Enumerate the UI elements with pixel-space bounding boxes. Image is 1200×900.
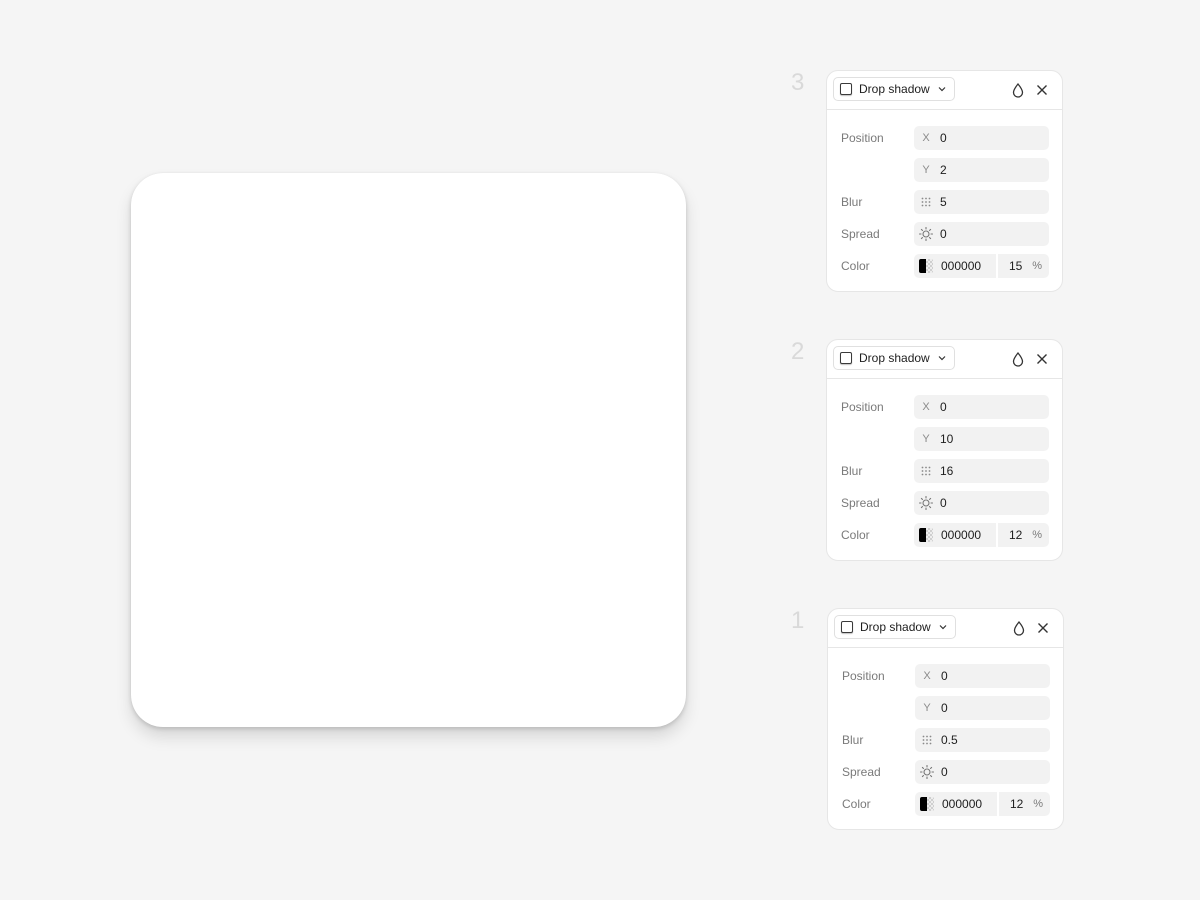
position-x-value: 0 bbox=[940, 400, 947, 414]
effect-type-label: Drop shadow bbox=[859, 351, 930, 365]
shadow-preview-card bbox=[131, 173, 686, 727]
blur-label: Blur bbox=[842, 733, 864, 747]
spread-value: 0 bbox=[941, 765, 948, 779]
color-hex-value: 000000 bbox=[941, 528, 982, 542]
color-opacity-input[interactable]: 12% bbox=[998, 523, 1049, 547]
blur-input[interactable]: 0.5 bbox=[915, 728, 1050, 752]
color-label: Color bbox=[841, 259, 870, 273]
color-field: 000000 12% bbox=[915, 792, 1050, 816]
effect-type-label: Drop shadow bbox=[859, 82, 930, 96]
y-prefix: Y bbox=[922, 164, 930, 176]
color-field: 000000 12% bbox=[914, 523, 1049, 547]
chevron-down-icon bbox=[939, 624, 947, 630]
spread-input[interactable]: 0 bbox=[914, 491, 1049, 515]
color-opacity-input[interactable]: 12% bbox=[999, 792, 1050, 816]
chevron-down-icon bbox=[938, 86, 946, 92]
droplet-icon[interactable] bbox=[1008, 349, 1028, 369]
effect-type-label: Drop shadow bbox=[860, 620, 931, 634]
percent-sign: % bbox=[1033, 798, 1043, 810]
position-y-input[interactable]: Y 10 bbox=[914, 427, 1049, 451]
effect-panel-1: Drop shadow Position X 0 Y 0 Blur 0.5 Spread 0 Col… bbox=[827, 608, 1064, 830]
effect-type-dropdown[interactable]: Drop shadow bbox=[833, 77, 955, 101]
position-x-value: 0 bbox=[940, 131, 947, 145]
step-number-1: 1 bbox=[791, 607, 805, 634]
blur-label: Blur bbox=[841, 464, 863, 478]
chevron-down-icon bbox=[938, 355, 946, 361]
color-swatch-icon[interactable] bbox=[919, 259, 933, 273]
droplet-icon[interactable] bbox=[1009, 618, 1029, 638]
panel-header: Drop shadow bbox=[827, 340, 1062, 379]
color-opacity-value: 15 bbox=[1009, 259, 1023, 273]
spread-input[interactable]: 0 bbox=[915, 760, 1050, 784]
color-hex-value: 000000 bbox=[941, 259, 982, 273]
position-x-input[interactable]: X0 bbox=[914, 126, 1049, 150]
sun-icon bbox=[914, 496, 938, 510]
blur-dots-icon bbox=[914, 197, 938, 207]
blur-dots-icon bbox=[915, 735, 939, 745]
panel-header: Drop shadow bbox=[827, 71, 1062, 110]
percent-sign: % bbox=[1032, 260, 1042, 272]
color-opacity-input[interactable]: 15% bbox=[998, 254, 1049, 278]
close-icon[interactable] bbox=[1033, 618, 1053, 638]
effect-panel-3: Drop shadow Position X 0 Y 2 Blur 5 Spread 0 Color… bbox=[826, 70, 1063, 292]
x-prefix: X bbox=[923, 670, 931, 682]
position-x-input[interactable]: X0 bbox=[915, 664, 1050, 688]
y-prefix: Y bbox=[923, 702, 931, 714]
sun-icon bbox=[915, 765, 939, 779]
color-hex-input[interactable]: 000000 bbox=[914, 523, 996, 547]
color-label: Color bbox=[841, 528, 870, 542]
drop-shadow-swatch-icon bbox=[840, 352, 852, 364]
close-icon[interactable] bbox=[1032, 349, 1052, 369]
position-x-input[interactable]: X0 bbox=[914, 395, 1049, 419]
position-y-value: 0 bbox=[941, 701, 948, 715]
drop-shadow-swatch-icon bbox=[840, 83, 852, 95]
spread-value: 0 bbox=[940, 496, 947, 510]
color-opacity-value: 12 bbox=[1010, 797, 1024, 811]
drop-shadow-swatch-icon bbox=[841, 621, 853, 633]
blur-value: 0.5 bbox=[941, 733, 958, 747]
y-prefix: Y bbox=[922, 433, 930, 445]
effect-type-dropdown[interactable]: Drop shadow bbox=[833, 346, 955, 370]
color-hex-input[interactable]: 000000 bbox=[914, 254, 996, 278]
blur-value: 16 bbox=[940, 464, 954, 478]
spread-label: Spread bbox=[841, 496, 880, 510]
effect-panel-2: Drop shadow Position X 0 Y 10 Blur 16 Spread 0 Col… bbox=[826, 339, 1063, 561]
color-swatch-icon[interactable] bbox=[920, 797, 934, 811]
spread-label: Spread bbox=[842, 765, 881, 779]
position-label: Position bbox=[841, 131, 884, 145]
position-y-input[interactable]: Y0 bbox=[915, 696, 1050, 720]
position-label: Position bbox=[841, 400, 884, 414]
color-field: 000000 15% bbox=[914, 254, 1049, 278]
spread-input[interactable]: 0 bbox=[914, 222, 1049, 246]
close-icon[interactable] bbox=[1032, 80, 1052, 100]
sun-icon bbox=[914, 227, 938, 241]
step-number-3: 3 bbox=[791, 69, 805, 96]
panel-header: Drop shadow bbox=[828, 609, 1063, 648]
color-opacity-value: 12 bbox=[1009, 528, 1023, 542]
blur-input[interactable]: 16 bbox=[914, 459, 1049, 483]
spread-label: Spread bbox=[841, 227, 880, 241]
percent-sign: % bbox=[1032, 529, 1042, 541]
color-hex-input[interactable]: 000000 bbox=[915, 792, 997, 816]
color-hex-value: 000000 bbox=[942, 797, 983, 811]
step-number-2: 2 bbox=[791, 338, 805, 365]
x-prefix: X bbox=[922, 401, 930, 413]
position-y-input[interactable]: Y2 bbox=[914, 158, 1049, 182]
color-label: Color bbox=[842, 797, 871, 811]
position-label: Position bbox=[842, 669, 885, 683]
blur-dots-icon bbox=[914, 466, 938, 476]
position-y-value: 10 bbox=[940, 432, 954, 446]
x-prefix: X bbox=[922, 132, 930, 144]
color-swatch-icon[interactable] bbox=[919, 528, 933, 542]
blur-label: Blur bbox=[841, 195, 863, 209]
spread-value: 0 bbox=[940, 227, 947, 241]
position-x-value: 0 bbox=[941, 669, 948, 683]
droplet-icon[interactable] bbox=[1008, 80, 1028, 100]
position-y-value: 2 bbox=[940, 163, 947, 177]
blur-input[interactable]: 5 bbox=[914, 190, 1049, 214]
effect-type-dropdown[interactable]: Drop shadow bbox=[834, 615, 956, 639]
blur-value: 5 bbox=[940, 195, 947, 209]
